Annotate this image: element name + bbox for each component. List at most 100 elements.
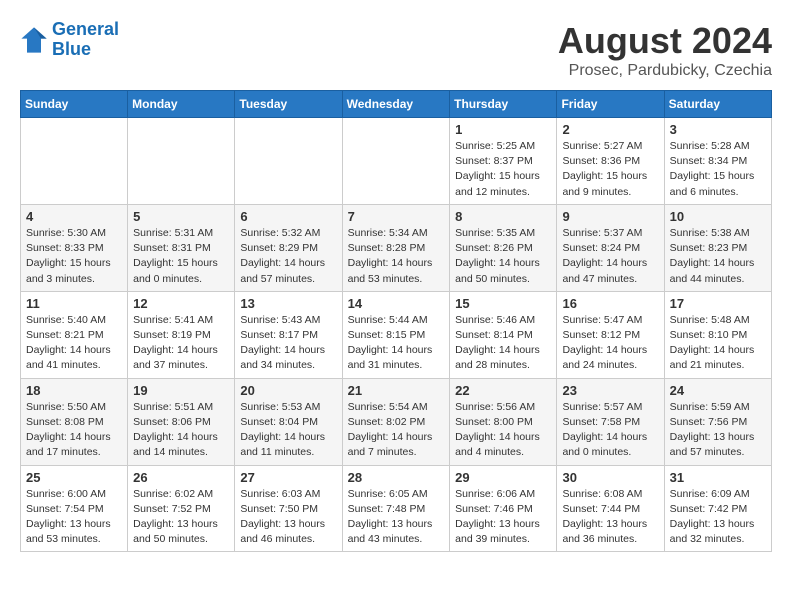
month-title: August 2024 xyxy=(558,20,772,62)
calendar-cell: 26 Sunrise: 6:02 AM Sunset: 7:52 PM Dayli… xyxy=(128,465,235,552)
logo-icon xyxy=(20,26,48,54)
day-info: Sunrise: 5:54 AM Sunset: 8:02 PM Dayligh… xyxy=(348,400,445,461)
day-number: 16 xyxy=(562,296,658,311)
day-number: 29 xyxy=(455,470,551,485)
logo-line2: Blue xyxy=(52,39,91,59)
day-info: Sunrise: 5:41 AM Sunset: 8:19 PM Dayligh… xyxy=(133,313,229,374)
day-number: 8 xyxy=(455,209,551,224)
day-info: Sunrise: 5:57 AM Sunset: 7:58 PM Dayligh… xyxy=(562,400,658,461)
calendar-cell: 6 Sunrise: 5:32 AM Sunset: 8:29 PM Daylig… xyxy=(235,204,342,291)
calendar-cell: 18 Sunrise: 5:50 AM Sunset: 8:08 PM Dayli… xyxy=(21,378,128,465)
calendar-cell xyxy=(21,118,128,205)
day-number: 28 xyxy=(348,470,445,485)
day-number: 22 xyxy=(455,383,551,398)
day-info: Sunrise: 6:09 AM Sunset: 7:42 PM Dayligh… xyxy=(670,487,766,548)
day-number: 18 xyxy=(26,383,122,398)
calendar-cell: 14 Sunrise: 5:44 AM Sunset: 8:15 PM Dayli… xyxy=(342,291,450,378)
location: Prosec, Pardubicky, Czechia xyxy=(558,62,772,80)
weekday-header: Tuesday xyxy=(235,91,342,118)
calendar-cell: 12 Sunrise: 5:41 AM Sunset: 8:19 PM Dayli… xyxy=(128,291,235,378)
calendar-cell: 21 Sunrise: 5:54 AM Sunset: 8:02 PM Dayli… xyxy=(342,378,450,465)
day-number: 30 xyxy=(562,470,658,485)
calendar-cell: 28 Sunrise: 6:05 AM Sunset: 7:48 PM Dayli… xyxy=(342,465,450,552)
day-info: Sunrise: 5:34 AM Sunset: 8:28 PM Dayligh… xyxy=(348,226,445,287)
day-number: 12 xyxy=(133,296,229,311)
calendar-cell: 29 Sunrise: 6:06 AM Sunset: 7:46 PM Dayli… xyxy=(450,465,557,552)
calendar-cell xyxy=(235,118,342,205)
day-info: Sunrise: 5:53 AM Sunset: 8:04 PM Dayligh… xyxy=(240,400,336,461)
calendar-cell: 17Sunrise: 5:48 AM Sunset: 8:10 PM Dayli… xyxy=(664,291,771,378)
calendar-cell: 30 Sunrise: 6:08 AM Sunset: 7:44 PM Dayli… xyxy=(557,465,664,552)
day-number: 21 xyxy=(348,383,445,398)
day-number: 7 xyxy=(348,209,445,224)
day-info: Sunrise: 5:35 AM Sunset: 8:26 PM Dayligh… xyxy=(455,226,551,287)
day-number: 14 xyxy=(348,296,445,311)
calendar-week-row: 25Sunrise: 6:00 AM Sunset: 7:54 PM Dayli… xyxy=(21,465,772,552)
day-number: 6 xyxy=(240,209,336,224)
calendar-week-row: 18 Sunrise: 5:50 AM Sunset: 8:08 PM Dayli… xyxy=(21,378,772,465)
day-info: Sunrise: 6:08 AM Sunset: 7:44 PM Dayligh… xyxy=(562,487,658,548)
day-number: 25 xyxy=(26,470,122,485)
day-info: Sunrise: 5:25 AM Sunset: 8:37 PM Dayligh… xyxy=(455,139,551,200)
day-info: Sunrise: 6:02 AM Sunset: 7:52 PM Dayligh… xyxy=(133,487,229,548)
day-number: 27 xyxy=(240,470,336,485)
day-info: Sunrise: 6:05 AM Sunset: 7:48 PM Dayligh… xyxy=(348,487,445,548)
calendar-cell: 13 Sunrise: 5:43 AM Sunset: 8:17 PM Dayli… xyxy=(235,291,342,378)
day-info: Sunrise: 5:44 AM Sunset: 8:15 PM Dayligh… xyxy=(348,313,445,374)
day-info: Sunrise: 5:38 AM Sunset: 8:23 PM Dayligh… xyxy=(670,226,766,287)
day-info: Sunrise: 5:31 AM Sunset: 8:31 PM Dayligh… xyxy=(133,226,229,287)
day-info: Sunrise: 5:56 AM Sunset: 8:00 PM Dayligh… xyxy=(455,400,551,461)
day-number: 15 xyxy=(455,296,551,311)
calendar-cell: 3Sunrise: 5:28 AM Sunset: 8:34 PM Daylig… xyxy=(664,118,771,205)
day-number: 23 xyxy=(562,383,658,398)
calendar-cell xyxy=(128,118,235,205)
day-info: Sunrise: 6:06 AM Sunset: 7:46 PM Dayligh… xyxy=(455,487,551,548)
day-info: Sunrise: 5:50 AM Sunset: 8:08 PM Dayligh… xyxy=(26,400,122,461)
calendar-cell: 9Sunrise: 5:37 AM Sunset: 8:24 PM Daylig… xyxy=(557,204,664,291)
day-number: 19 xyxy=(133,383,229,398)
day-info: Sunrise: 5:37 AM Sunset: 8:24 PM Dayligh… xyxy=(562,226,658,287)
day-info: Sunrise: 5:43 AM Sunset: 8:17 PM Dayligh… xyxy=(240,313,336,374)
calendar-cell: 11Sunrise: 5:40 AM Sunset: 8:21 PM Dayli… xyxy=(21,291,128,378)
calendar-cell: 22 Sunrise: 5:56 AM Sunset: 8:00 PM Dayli… xyxy=(450,378,557,465)
logo-line1: General xyxy=(52,19,119,39)
day-number: 13 xyxy=(240,296,336,311)
day-info: Sunrise: 5:47 AM Sunset: 8:12 PM Dayligh… xyxy=(562,313,658,374)
calendar-cell: 19Sunrise: 5:51 AM Sunset: 8:06 PM Dayli… xyxy=(128,378,235,465)
day-number: 24 xyxy=(670,383,766,398)
day-number: 10 xyxy=(670,209,766,224)
calendar-cell: 27 Sunrise: 6:03 AM Sunset: 7:50 PM Dayli… xyxy=(235,465,342,552)
calendar-cell: 15Sunrise: 5:46 AM Sunset: 8:14 PM Dayli… xyxy=(450,291,557,378)
day-info: Sunrise: 6:03 AM Sunset: 7:50 PM Dayligh… xyxy=(240,487,336,548)
calendar-cell: 25Sunrise: 6:00 AM Sunset: 7:54 PM Dayli… xyxy=(21,465,128,552)
day-info: Sunrise: 5:30 AM Sunset: 8:33 PM Dayligh… xyxy=(26,226,122,287)
calendar-week-row: 11Sunrise: 5:40 AM Sunset: 8:21 PM Dayli… xyxy=(21,291,772,378)
calendar-cell: 16 Sunrise: 5:47 AM Sunset: 8:12 PM Dayli… xyxy=(557,291,664,378)
calendar: SundayMondayTuesdayWednesdayThursdayFrid… xyxy=(20,90,772,552)
calendar-cell xyxy=(342,118,450,205)
calendar-cell: 31 Sunrise: 6:09 AM Sunset: 7:42 PM Dayli… xyxy=(664,465,771,552)
calendar-cell: 24Sunrise: 5:59 AM Sunset: 7:56 PM Dayli… xyxy=(664,378,771,465)
weekday-header: Thursday xyxy=(450,91,557,118)
logo: General Blue xyxy=(20,20,119,60)
page-header: General Blue August 2024 Prosec, Pardubi… xyxy=(20,20,772,80)
calendar-cell: 20Sunrise: 5:53 AM Sunset: 8:04 PM Dayli… xyxy=(235,378,342,465)
logo-text: General Blue xyxy=(52,20,119,60)
calendar-cell: 4Sunrise: 5:30 AM Sunset: 8:33 PM Daylig… xyxy=(21,204,128,291)
calendar-header-row: SundayMondayTuesdayWednesdayThursdayFrid… xyxy=(21,91,772,118)
calendar-cell: 2Sunrise: 5:27 AM Sunset: 8:36 PM Daylig… xyxy=(557,118,664,205)
calendar-cell: 23 Sunrise: 5:57 AM Sunset: 7:58 PM Dayli… xyxy=(557,378,664,465)
calendar-cell: 10 Sunrise: 5:38 AM Sunset: 8:23 PM Dayli… xyxy=(664,204,771,291)
day-number: 17 xyxy=(670,296,766,311)
calendar-week-row: 4Sunrise: 5:30 AM Sunset: 8:33 PM Daylig… xyxy=(21,204,772,291)
day-info: Sunrise: 5:32 AM Sunset: 8:29 PM Dayligh… xyxy=(240,226,336,287)
calendar-week-row: 1Sunrise: 5:25 AM Sunset: 8:37 PM Daylig… xyxy=(21,118,772,205)
weekday-header: Saturday xyxy=(664,91,771,118)
day-number: 3 xyxy=(670,122,766,137)
weekday-header: Sunday xyxy=(21,91,128,118)
day-number: 26 xyxy=(133,470,229,485)
day-info: Sunrise: 5:27 AM Sunset: 8:36 PM Dayligh… xyxy=(562,139,658,200)
calendar-cell: 5Sunrise: 5:31 AM Sunset: 8:31 PM Daylig… xyxy=(128,204,235,291)
calendar-cell: 8 Sunrise: 5:35 AM Sunset: 8:26 PM Daylig… xyxy=(450,204,557,291)
day-number: 31 xyxy=(670,470,766,485)
